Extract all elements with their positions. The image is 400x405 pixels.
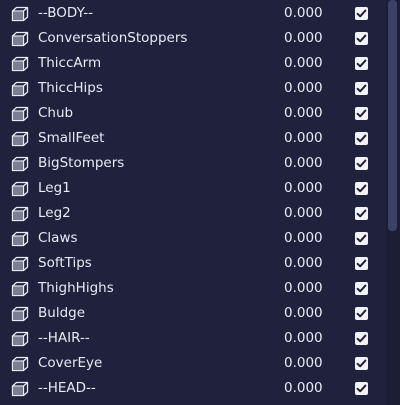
list-item[interactable]: --HAIR-- 0.000: [0, 326, 386, 351]
blendshape-name: ThiccArm: [38, 55, 102, 71]
blendshape-name: Leg1: [38, 180, 71, 196]
enabled-checkbox[interactable]: [355, 107, 368, 120]
list-item[interactable]: Buldge 0.000: [0, 301, 386, 326]
list-item[interactable]: SoftTips 0.000: [0, 251, 386, 276]
enabled-checkbox[interactable]: [355, 182, 368, 195]
blendshape-name: --HEAD--: [38, 380, 96, 396]
cube-icon: [11, 81, 29, 97]
list-item[interactable]: Claws 0.000: [0, 226, 386, 251]
enabled-checkbox[interactable]: [355, 7, 368, 20]
cube-icon: [11, 156, 29, 172]
blendshape-name: SmallFeet: [38, 130, 105, 146]
blendshape-value[interactable]: 0.000: [284, 305, 323, 322]
cube-icon: [11, 256, 29, 272]
enabled-checkbox[interactable]: [355, 157, 368, 170]
blendshape-name: ConversationStoppers: [38, 30, 188, 46]
list-item[interactable]: Leg2 0.000: [0, 201, 386, 226]
scrollbar-thumb[interactable]: [388, 0, 397, 231]
blendshape-name: Chub: [38, 105, 74, 121]
cube-icon: [11, 206, 29, 222]
list-item[interactable]: Leg1 0.000: [0, 176, 386, 201]
enabled-checkbox[interactable]: [355, 282, 368, 295]
blendshape-value[interactable]: 0.000: [284, 380, 323, 397]
list-item[interactable]: ThiccArm 0.000: [0, 51, 386, 76]
blendshape-value[interactable]: 0.000: [284, 205, 323, 222]
blendshape-name: BigStompers: [38, 155, 125, 171]
cube-icon: [11, 106, 29, 122]
cube-icon: [11, 181, 29, 197]
cube-icon: [11, 356, 29, 372]
blendshape-name: --HAIR--: [38, 330, 90, 346]
blendshape-value[interactable]: 0.000: [284, 30, 323, 47]
blendshape-name: SoftTips: [38, 255, 92, 271]
blendshape-list: --BODY-- 0.000 ConversationStoppers 0.000 Th…: [0, 0, 386, 405]
blendshape-value[interactable]: 0.000: [284, 105, 323, 122]
cube-icon: [11, 31, 29, 47]
cube-icon: [11, 6, 29, 22]
list-item[interactable]: Chub 0.000: [0, 101, 386, 126]
enabled-checkbox[interactable]: [355, 132, 368, 145]
enabled-checkbox[interactable]: [355, 357, 368, 370]
blendshape-value[interactable]: 0.000: [284, 5, 323, 22]
list-item[interactable]: ThiccHips 0.000: [0, 76, 386, 101]
scrollbar[interactable]: [386, 0, 400, 405]
cube-icon: [11, 331, 29, 347]
cube-icon: [11, 56, 29, 72]
blendshape-value[interactable]: 0.000: [284, 80, 323, 97]
cube-icon: [11, 281, 29, 297]
blendshape-name: --BODY--: [38, 5, 93, 21]
blendshape-value[interactable]: 0.000: [284, 280, 323, 297]
blendshape-value[interactable]: 0.000: [284, 330, 323, 347]
list-item[interactable]: SmallFeet 0.000: [0, 126, 386, 151]
cube-icon: [11, 131, 29, 147]
list-item[interactable]: --BODY-- 0.000: [0, 1, 386, 26]
cube-icon: [11, 381, 29, 397]
enabled-checkbox[interactable]: [355, 232, 368, 245]
blendshape-name: CoverEye: [38, 355, 103, 371]
enabled-checkbox[interactable]: [355, 307, 368, 320]
list-item[interactable]: --HEAD-- 0.000: [0, 376, 386, 401]
list-item[interactable]: ConversationStoppers 0.000: [0, 26, 386, 51]
blendshape-value[interactable]: 0.000: [284, 155, 323, 172]
enabled-checkbox[interactable]: [355, 332, 368, 345]
blendshape-name: Claws: [38, 230, 78, 246]
blendshape-name: ThighHighs: [38, 280, 114, 296]
blendshape-value[interactable]: 0.000: [284, 180, 323, 197]
list-item[interactable]: ThighHighs 0.000: [0, 276, 386, 301]
list-item[interactable]: BigStompers 0.000: [0, 151, 386, 176]
blendshape-value[interactable]: 0.000: [284, 255, 323, 272]
enabled-checkbox[interactable]: [355, 257, 368, 270]
enabled-checkbox[interactable]: [355, 32, 368, 45]
blendshape-value[interactable]: 0.000: [284, 55, 323, 72]
blendshape-value[interactable]: 0.000: [284, 230, 323, 247]
enabled-checkbox[interactable]: [355, 82, 368, 95]
enabled-checkbox[interactable]: [355, 57, 368, 70]
cube-icon: [11, 306, 29, 322]
blendshape-name: Buldge: [38, 305, 86, 321]
cube-icon: [11, 231, 29, 247]
blendshape-value[interactable]: 0.000: [284, 355, 323, 372]
enabled-checkbox[interactable]: [355, 207, 368, 220]
blendshape-name: Leg2: [38, 205, 71, 221]
enabled-checkbox[interactable]: [355, 382, 368, 395]
list-item[interactable]: CoverEye 0.000: [0, 351, 386, 376]
blendshape-value[interactable]: 0.000: [284, 130, 323, 147]
blendshape-name: ThiccHips: [38, 80, 103, 96]
